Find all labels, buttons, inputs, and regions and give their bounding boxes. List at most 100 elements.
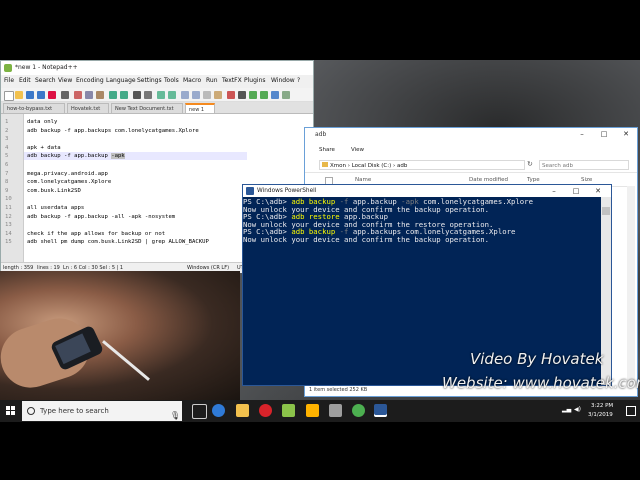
menu-help[interactable]: ? <box>297 75 300 87</box>
notepadpp-toolbar <box>1 88 313 102</box>
menu-settings[interactable]: Settings <box>137 75 162 87</box>
start-button[interactable] <box>0 400 20 422</box>
copy-icon[interactable] <box>85 91 93 99</box>
address-bar[interactable]: Xmon › Local Disk (C:) › adb <box>319 160 525 170</box>
tab-hovatek[interactable]: Hovatek.txt <box>67 103 109 113</box>
powershell-scroll-thumb[interactable] <box>602 207 610 215</box>
show-all-chars-icon[interactable] <box>203 91 211 99</box>
notepadpp-tabbar: how-to-bypass.txt Hovatek.txt New Text D… <box>1 102 313 114</box>
word-wrap-icon[interactable] <box>192 91 200 99</box>
new-file-icon[interactable] <box>4 91 14 101</box>
file-explorer-icon[interactable] <box>236 404 249 417</box>
powershell-titlebar[interactable]: Windows PowerShell – □ ✕ <box>243 185 611 197</box>
zoom-in-icon[interactable] <box>157 91 165 99</box>
breadcrumb-adb[interactable]: adb <box>397 163 407 169</box>
play-macro-icon[interactable] <box>249 91 257 99</box>
menu-language[interactable]: Language <box>106 75 136 87</box>
powershell-close-button[interactable]: ✕ <box>587 185 609 197</box>
desktop-screen: *new 1 - Notepad++ File Edit Search View… <box>0 60 640 422</box>
clock-time[interactable]: 3:22 PM <box>591 403 613 409</box>
code-line: adb backup -f app.backups com.lonelycatg… <box>27 127 199 134</box>
menu-plugins[interactable]: Plugins <box>244 75 266 87</box>
explorer-close-button[interactable]: ✕ <box>615 128 637 140</box>
menu-run[interactable]: Run <box>206 75 218 87</box>
chrome-icon[interactable] <box>352 404 365 417</box>
app-taskbar-icon[interactable] <box>306 404 319 417</box>
stop-macro-icon[interactable] <box>238 91 246 99</box>
taskbar-search-box[interactable]: Type here to search 🎙 <box>22 401 182 421</box>
code-line: adb backup -f app.backup -all -apk -nosy… <box>27 213 176 220</box>
powershell-maximize-button[interactable]: □ <box>565 185 587 197</box>
task-view-icon[interactable] <box>192 404 207 419</box>
line-number: 9 <box>5 187 9 194</box>
taskbar-search-placeholder: Type here to search <box>40 407 109 415</box>
powershell-taskbar-icon[interactable] <box>374 404 387 417</box>
code-line: adb shell pm dump com.busk.Link2SD | gre… <box>27 239 209 246</box>
explorer-titlebar[interactable]: adb – □ ✕ <box>305 128 637 142</box>
save-icon[interactable] <box>26 91 34 99</box>
line-number: 8 <box>5 179 9 186</box>
network-icon[interactable]: ▂▄ <box>562 406 571 413</box>
clock-date[interactable]: 3/1/2019 <box>588 412 613 418</box>
replace-icon[interactable] <box>144 91 152 99</box>
breadcrumb-local-disk[interactable]: Local Disk (C:) <box>352 163 392 169</box>
explorer-search-input[interactable]: Search adb <box>539 160 629 170</box>
line-number: 5 <box>5 153 9 160</box>
ribbon-tab-share[interactable]: Share <box>319 144 335 156</box>
record-macro-icon[interactable] <box>227 91 235 99</box>
notepadpp-title: *new 1 - Notepad++ <box>15 64 78 71</box>
explorer-maximize-button[interactable]: □ <box>593 128 615 140</box>
ribbon-tab-view[interactable]: View <box>351 144 364 156</box>
tab-new-text-document[interactable]: New Text Document.txt <box>111 103 183 113</box>
open-file-icon[interactable] <box>15 91 23 99</box>
menu-search[interactable]: Search <box>35 75 56 87</box>
menu-tools[interactable]: Tools <box>164 75 179 87</box>
powershell-minimize-button[interactable]: – <box>543 185 565 197</box>
explorer-title: adb <box>315 131 327 138</box>
redo-icon[interactable] <box>120 91 128 99</box>
spellcheck-icon[interactable] <box>282 91 290 99</box>
indent-guide-icon[interactable] <box>214 91 222 99</box>
find-icon[interactable] <box>133 91 141 99</box>
menu-file[interactable]: File <box>4 75 14 87</box>
notifications-icon[interactable] <box>626 406 636 416</box>
notepadpp-taskbar-icon[interactable] <box>282 404 295 417</box>
menu-view[interactable]: View <box>58 75 72 87</box>
save-macro-icon[interactable] <box>271 91 279 99</box>
folder-icon <box>322 162 328 167</box>
volume-icon[interactable]: ◀) <box>574 406 581 413</box>
print-icon[interactable] <box>61 91 69 99</box>
line-number: 1 <box>5 119 9 125</box>
tab-new-1[interactable]: new 1 <box>185 103 215 113</box>
code-line: all userdata apps <box>27 205 85 211</box>
menu-macro[interactable]: Macro <box>183 75 201 87</box>
opera-icon[interactable] <box>259 404 272 417</box>
menu-edit[interactable]: Edit <box>19 75 31 87</box>
line-number: 3 <box>5 136 9 143</box>
explorer-minimize-button[interactable]: – <box>571 128 593 140</box>
sync-scroll-icon[interactable] <box>181 91 189 99</box>
explorer-ribbon-tabs: Share View <box>305 144 637 156</box>
console-output-line: Now unlock your device and confirm the b… <box>243 235 490 244</box>
breadcrumb-xmon[interactable]: Xmon <box>330 163 346 169</box>
refresh-icon[interactable]: ↻ <box>527 160 533 168</box>
undo-icon[interactable] <box>109 91 117 99</box>
menu-textfx[interactable]: TextFX <box>222 75 242 87</box>
menu-window[interactable]: Window <box>271 75 295 87</box>
explorer-scrollbar[interactable] <box>627 186 635 382</box>
save-all-icon[interactable] <box>37 91 45 99</box>
microphone-icon[interactable]: 🎙 <box>170 406 180 422</box>
notepadpp-titlebar[interactable]: *new 1 - Notepad++ <box>1 61 313 75</box>
edge-icon[interactable] <box>212 404 225 417</box>
run-macro-icon[interactable] <box>260 91 268 99</box>
menu-encoding[interactable]: Encoding <box>76 75 104 87</box>
zoom-out-icon[interactable] <box>168 91 176 99</box>
settings-taskbar-icon[interactable] <box>329 404 342 417</box>
tab-how-to-bypass[interactable]: how-to-bypass.txt <box>3 103 65 113</box>
cut-icon[interactable] <box>74 91 82 99</box>
search-icon <box>27 407 35 415</box>
close-file-icon[interactable] <box>48 91 56 99</box>
windows-logo-tile <box>11 406 15 410</box>
paste-icon[interactable] <box>96 91 104 99</box>
taskbar: Type here to search 🎙 ▂▄ ◀) 3:22 PM 3/1/… <box>0 400 640 422</box>
